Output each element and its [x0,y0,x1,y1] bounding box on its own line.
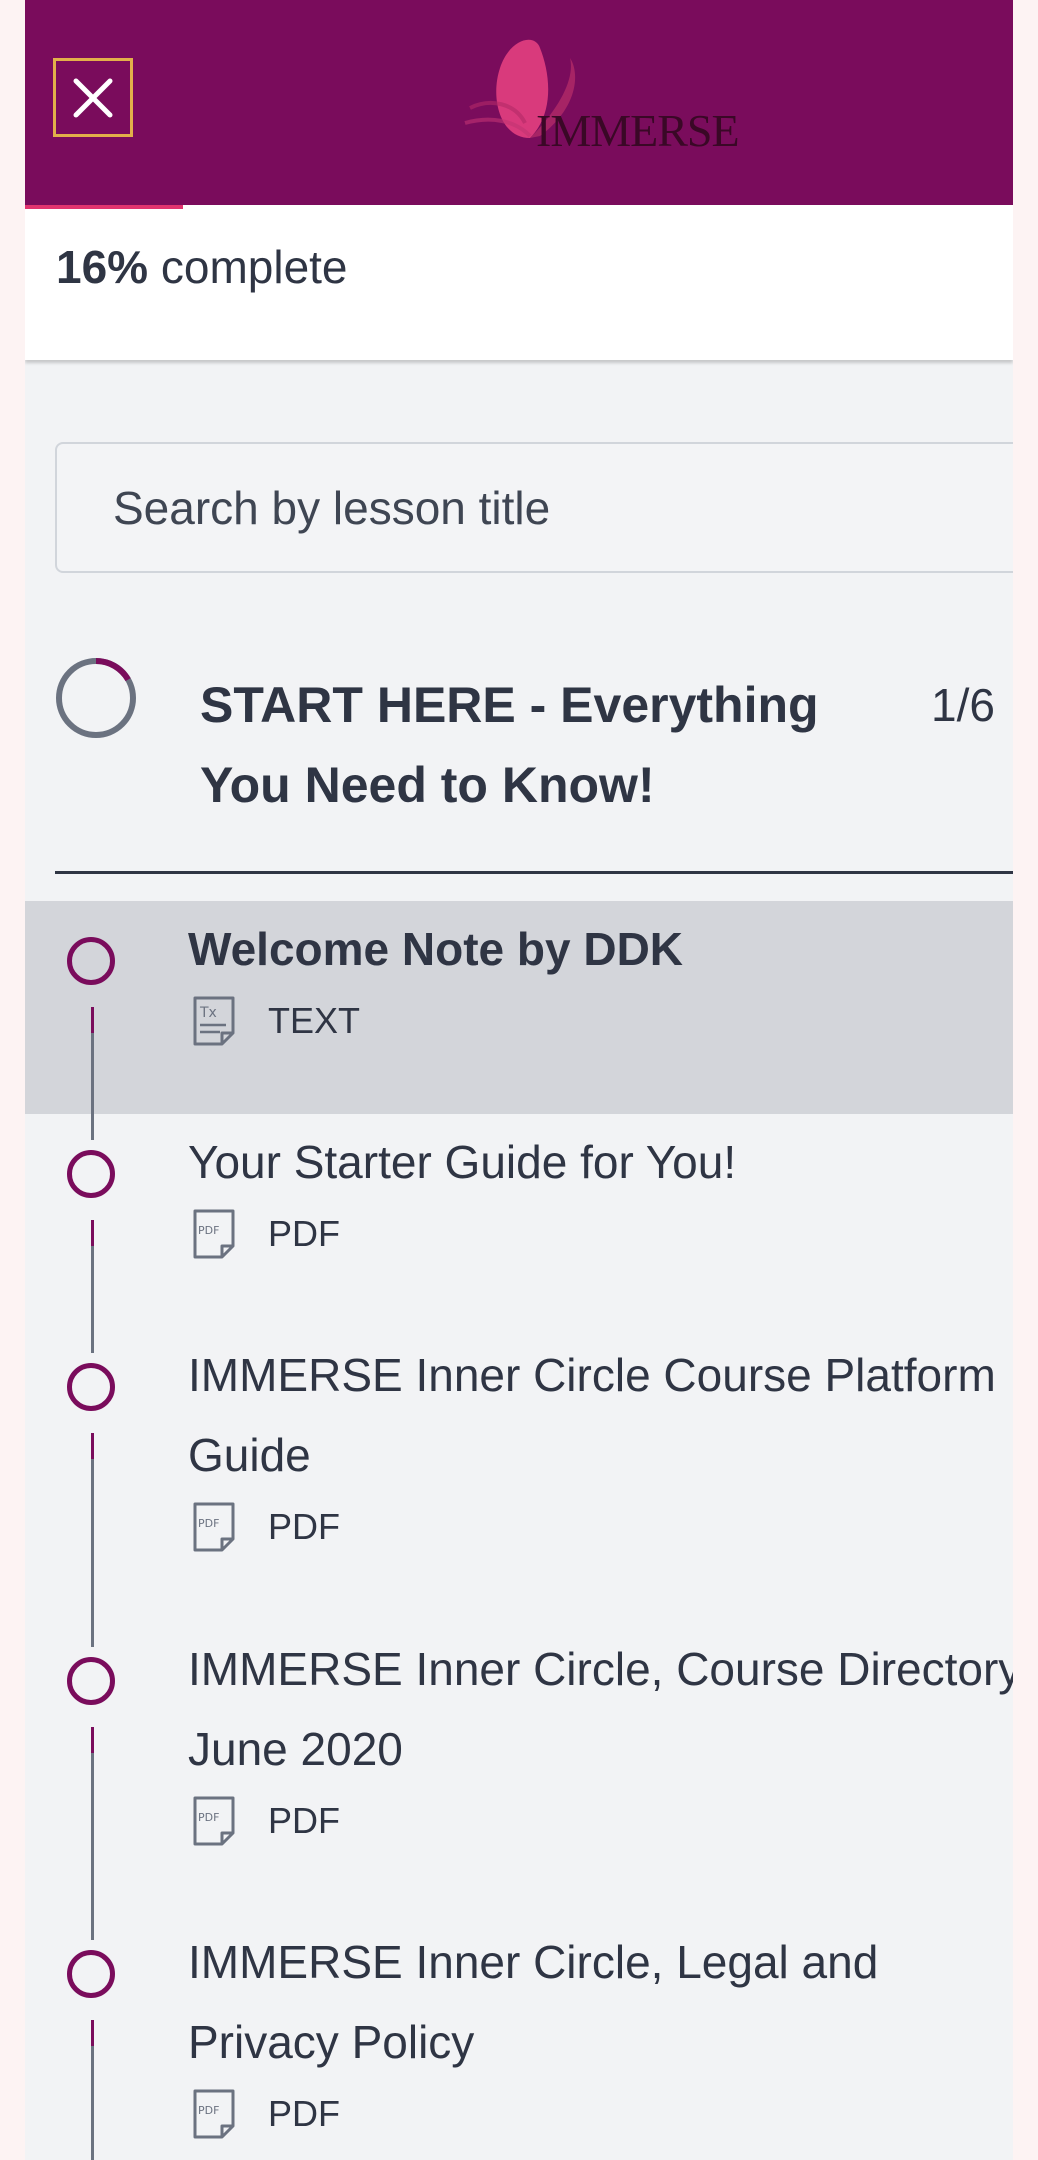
text-doc-icon: Tx [192,995,236,1047]
svg-text:PDF: PDF [198,2104,219,2117]
lesson-status-circle [67,1363,115,1411]
lesson-title: Welcome Note by DDK [188,923,684,975]
pdf-doc-icon: PDF [192,1208,236,1260]
lesson-status-circle [67,1657,115,1705]
lesson-item[interactable]: Your Starter Guide for You! PDF PDF [25,1114,1013,1327]
progress-bar-fill [25,205,184,209]
lesson-title: IMMERSE Inner Circle, Legal and Privacy … [188,1936,879,2068]
progress-text: 16% complete [56,240,348,294]
lesson-search [55,442,1013,573]
lesson-type: PDF [268,2093,340,2134]
header: IMMERSE [25,0,1013,205]
svg-text:Tx: Tx [199,1005,217,1021]
lesson-connector [91,1727,94,1940]
course-sidebar: IMMERSE 16% complete START HERE - Everyt… [25,0,1013,2160]
close-button[interactable] [53,58,133,137]
pdf-doc-icon: PDF [192,1501,236,1553]
section-title: START HERE - Everything You Need to Know… [200,677,819,813]
svg-text:PDF: PDF [198,1811,219,1824]
section-progress-ring [56,658,136,738]
section-header[interactable]: START HERE - Everything You Need to Know… [25,640,1013,872]
lesson-item[interactable]: IMMERSE Inner Circle, Legal and Privacy … [25,1914,1013,2160]
pdf-doc-icon: PDF [192,2088,236,2140]
pdf-doc-icon: PDF [192,1795,236,1847]
lesson-item[interactable]: IMMERSE Inner Circle, Course Directory J… [25,1621,1013,1914]
lesson-title: IMMERSE Inner Circle Course Platform Gui… [188,1349,996,1481]
lesson-type: PDF [268,1800,340,1841]
brand-wordmark: IMMERSE [536,105,740,156]
lesson-status-circle [67,1150,115,1198]
lesson-title: Your Starter Guide for You! [188,1136,737,1188]
course-progress: 16% complete [25,205,1013,360]
search-input[interactable] [57,444,1013,571]
lesson-connector [91,2020,94,2160]
lesson-type: TEXT [268,1000,361,1041]
close-icon [73,78,113,117]
brand-logo: IMMERSE [440,28,800,168]
lesson-item[interactable]: IMMERSE Inner Circle Course Platform Gui… [25,1327,1013,1621]
lesson-connector [91,1433,94,1647]
section-count: 1/6 [931,679,995,731]
svg-text:PDF: PDF [198,1517,219,1530]
lesson-type: PDF [268,1506,340,1547]
section-divider [55,871,1013,874]
progress-percent: 16% [56,241,149,293]
svg-text:PDF: PDF [198,1224,219,1237]
lesson-title: IMMERSE Inner Circle, Course Directory J… [188,1643,1013,1775]
progress-suffix: complete [148,241,348,293]
lesson-status-circle [67,937,115,985]
lesson-type: PDF [268,1213,340,1254]
lesson-item[interactable]: Welcome Note by DDK Tx TEXT [25,901,1013,1114]
lesson-status-circle [67,1950,115,1998]
